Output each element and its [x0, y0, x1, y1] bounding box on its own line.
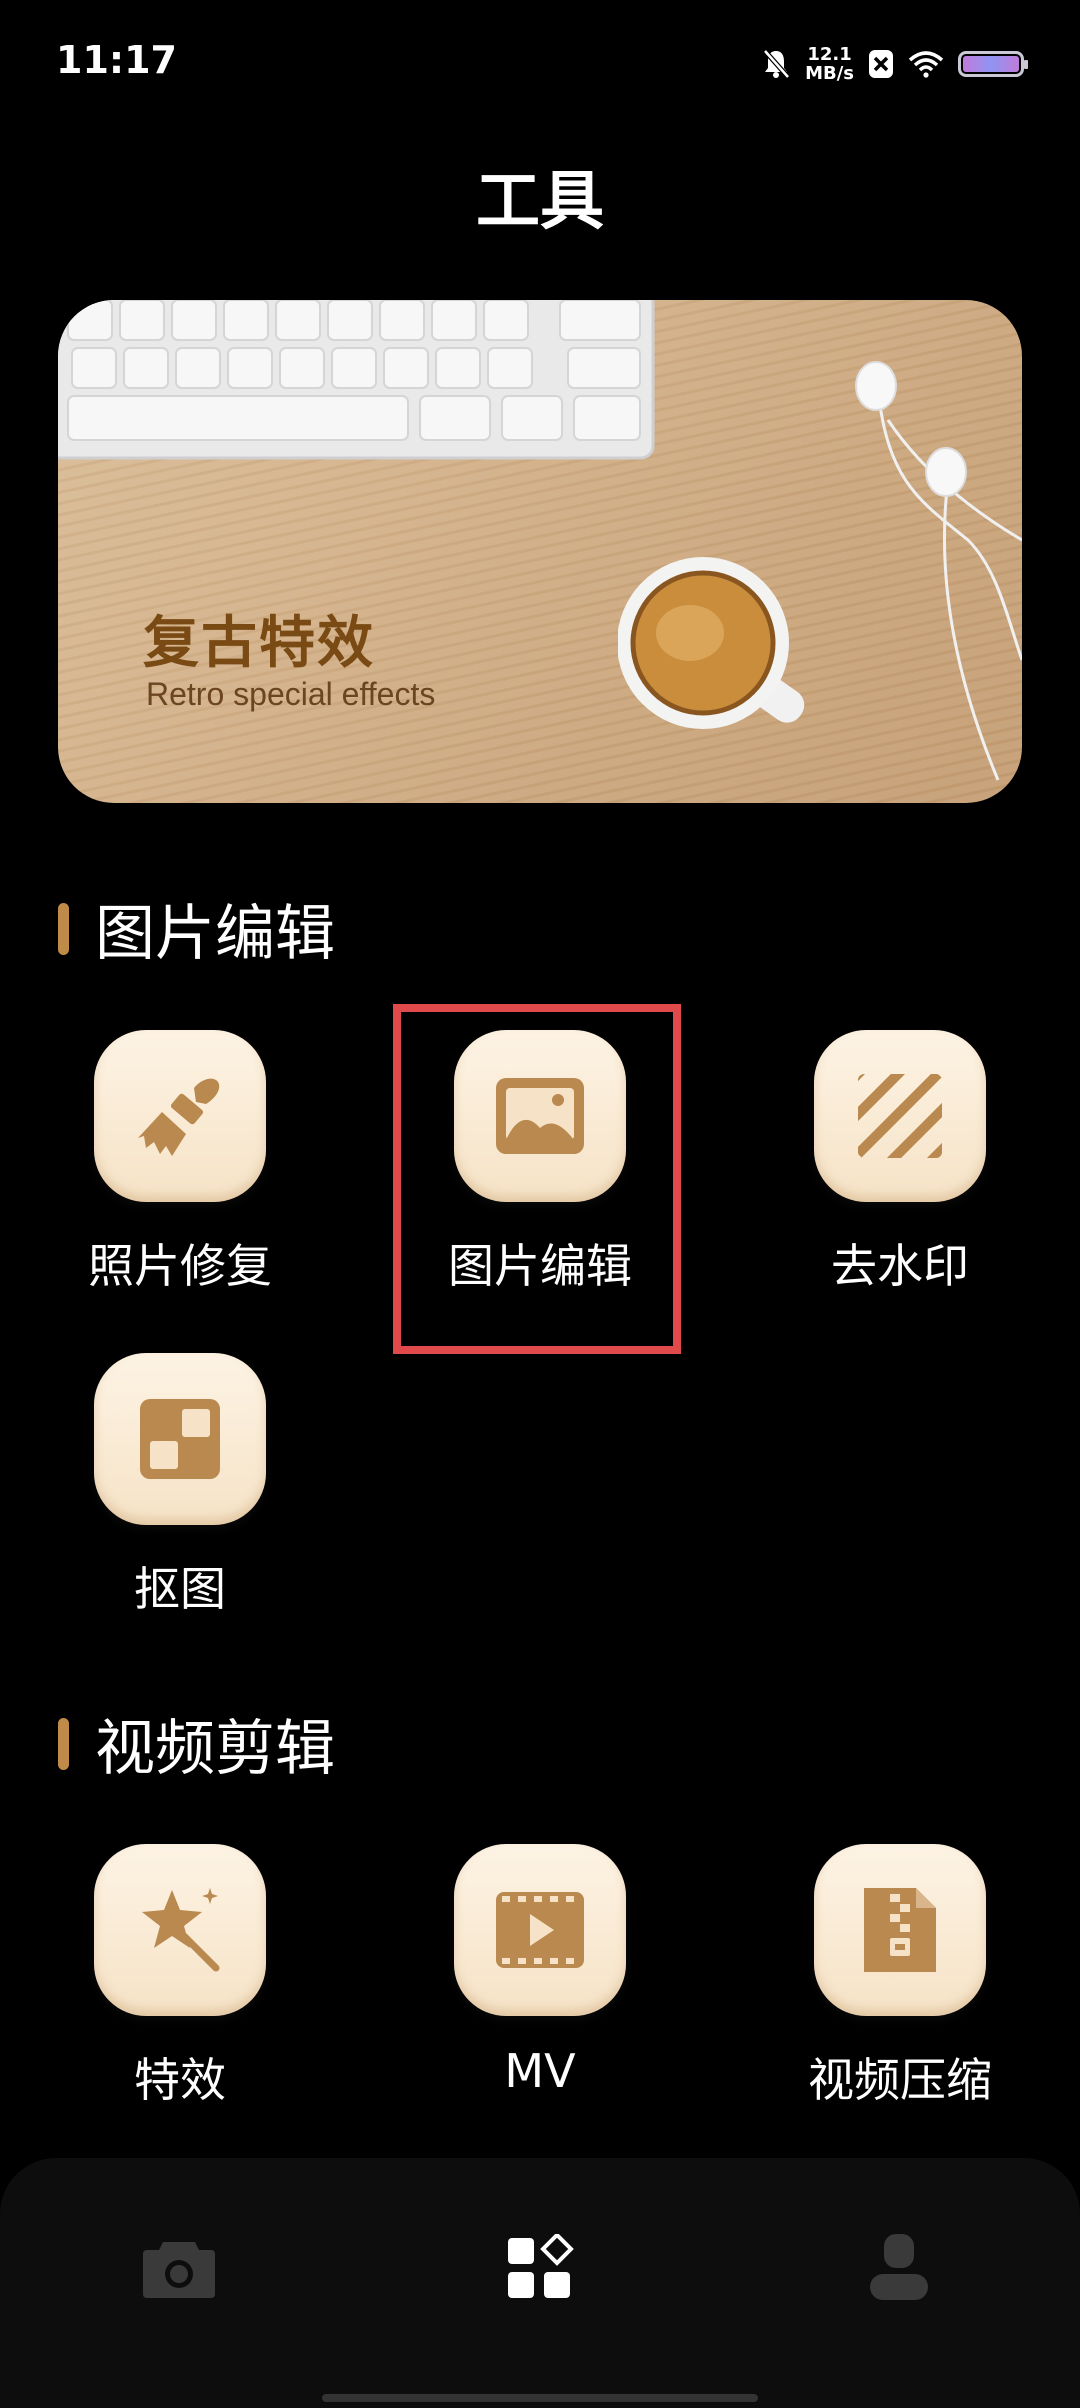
tool-icon-tile[interactable] [814, 1030, 986, 1202]
status-time: 11:17 [56, 38, 177, 82]
mute-bell-icon [763, 49, 790, 79]
home-indicator[interactable] [322, 2394, 758, 2402]
stripes-icon [858, 1074, 942, 1158]
bottom-nav [0, 2158, 1080, 2408]
tool-icon-tile[interactable] [94, 1353, 266, 1525]
tool-label: 照片修复 [88, 1239, 272, 1293]
retro-effects-banner[interactable]: 复古特效 Retro special effects [58, 300, 1022, 803]
section-title-video-edit: 视频剪辑 [95, 1714, 335, 1784]
section-accent-bar [58, 1717, 69, 1770]
tool-icon-tile[interactable] [814, 1844, 986, 2016]
cutout-icon [140, 1399, 220, 1479]
nav-profile[interactable] [849, 2218, 949, 2318]
tool-icon-tile[interactable] [454, 1844, 626, 2016]
section-title-image-edit: 图片编辑 [95, 899, 335, 969]
tool-label: 抠图 [134, 1562, 226, 1616]
banner-title: 复古特效 [143, 611, 375, 676]
tool-label: 视频压缩 [808, 2053, 992, 2107]
zip-file-icon [864, 1888, 936, 1972]
nav-camera[interactable] [129, 2218, 229, 2318]
magic-wand-icon [142, 1888, 220, 1972]
battery-icon [958, 51, 1028, 77]
status-bar: 11:17 12.1 MB/s [0, 0, 1080, 120]
section-header-image-edit: 图片编辑 [58, 885, 335, 972]
tool-cutout[interactable]: 抠图 [0, 1353, 360, 1619]
tool-effects[interactable]: 特效 [0, 1844, 360, 2110]
page-title: 工具 [476, 165, 604, 239]
tool-icon-tile[interactable] [94, 1030, 266, 1202]
net-speed: 12.1 MB/s [805, 45, 854, 83]
tool-video-compress[interactable]: 视频压缩 [720, 1844, 1080, 2110]
tool-mv[interactable]: MV [360, 1844, 720, 2098]
close-x-icon [869, 50, 893, 78]
tool-photo-repair[interactable]: 照片修复 [0, 1030, 360, 1296]
tool-icon-tile[interactable] [94, 1844, 266, 2016]
keyboard-image [58, 300, 655, 460]
nav-tools[interactable] [490, 2218, 590, 2318]
wifi-icon [908, 51, 944, 78]
coffee-cup-image [618, 557, 805, 729]
selection-highlight [393, 1004, 681, 1354]
brush-icon [138, 1078, 220, 1156]
tool-remove-watermark[interactable]: 去水印 [720, 1030, 1080, 1296]
status-icons: 12.1 MB/s [761, 38, 1028, 90]
tool-label: 去水印 [831, 1239, 969, 1293]
video-film-icon [496, 1892, 584, 1968]
tools-grid-icon [508, 2234, 574, 2298]
camera-icon [143, 2242, 215, 2298]
section-header-video-edit: 视频剪辑 [58, 1700, 335, 1787]
net-speed-unit: MB/s [805, 63, 854, 84]
banner-subtitle: Retro special effects [146, 676, 436, 712]
tool-label: 特效 [134, 2053, 226, 2107]
user-icon [870, 2234, 928, 2300]
tool-label: MV [504, 2044, 576, 2098]
net-speed-value: 12.1 [807, 44, 852, 65]
section-accent-bar [58, 902, 69, 955]
